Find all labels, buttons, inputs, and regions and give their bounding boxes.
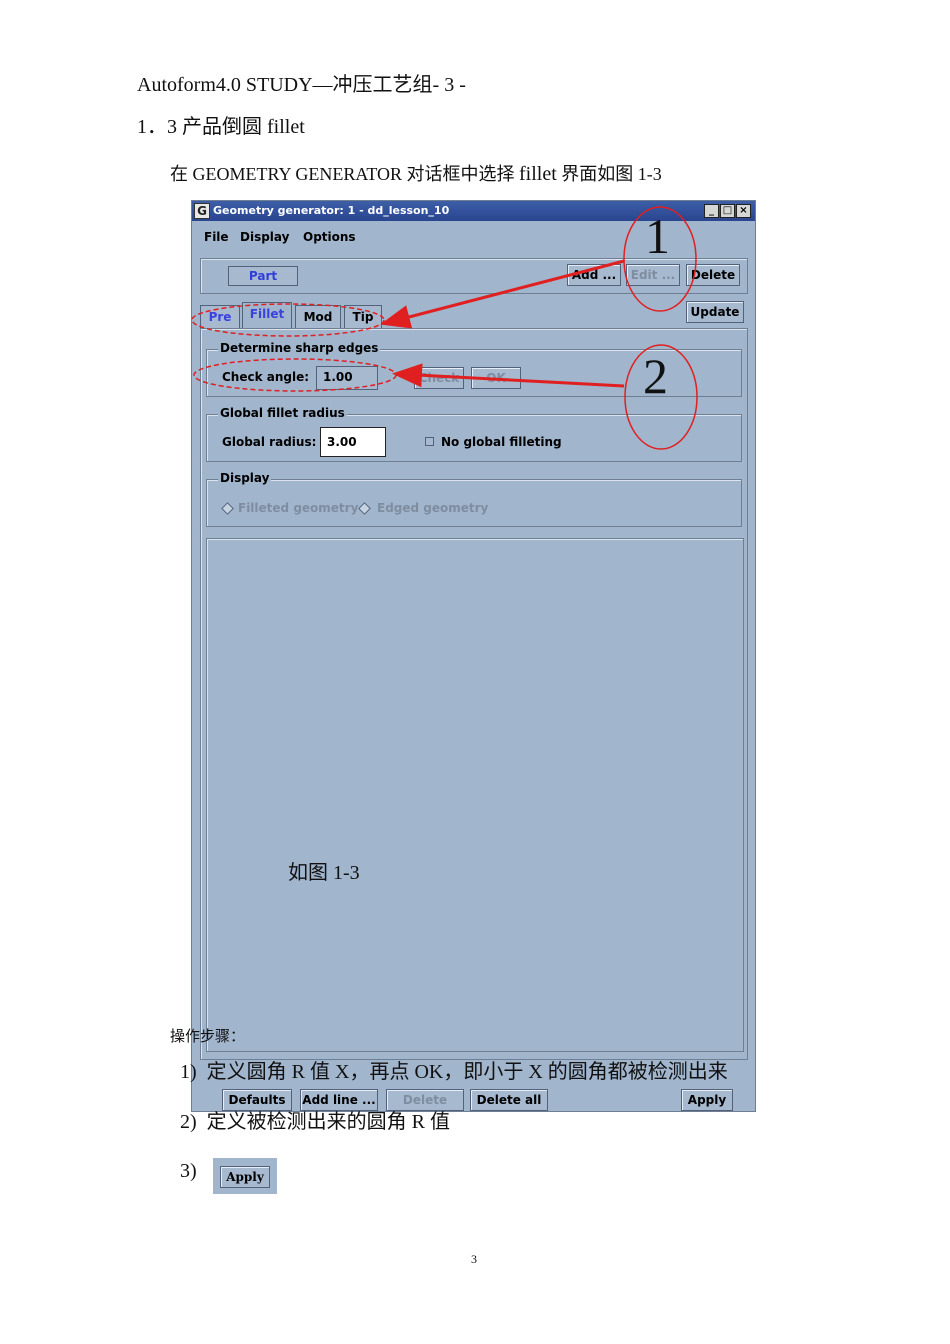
figure-caption: 如图 1-3 — [288, 862, 360, 884]
page-header: Autoform4.0 STUDY—冲压工艺组- 3 - — [137, 74, 466, 96]
apply-illustration-button: Apply — [220, 1166, 270, 1188]
sharp-edges-group-label: Determine sharp edges — [218, 341, 381, 355]
display-group-label: Display — [218, 471, 272, 485]
check-angle-label: Check angle: — [222, 370, 310, 384]
no-global-filleting-label: No global filleting — [441, 435, 562, 449]
minimize-icon[interactable]: _ — [704, 204, 719, 218]
step-2-text: 定义被检测出来的圆角 R 值 — [206, 1111, 451, 1133]
delete-all-button[interactable]: Delete all — [470, 1089, 548, 1111]
ok-button[interactable]: OK — [471, 367, 521, 389]
add-button[interactable]: Add ... — [567, 264, 621, 286]
step-1: 1) 定义圆角 R 值 X，再点 OK，即小于 X 的圆角都被检测出来 — [180, 1055, 728, 1084]
geometry-generator-window: G Geometry generator: 1 - dd_lesson_10 _… — [191, 200, 756, 1112]
window-title: Geometry generator: 1 - dd_lesson_10 — [213, 204, 450, 217]
step-2-num: 2) — [180, 1111, 197, 1133]
apply-button[interactable]: Apply — [681, 1089, 733, 1111]
intro-prefix: 在 GEOMETRY GENERATOR 对话框中选择 — [170, 164, 520, 184]
step-3-num: 3) — [180, 1160, 197, 1182]
step-1-num: 1) — [180, 1061, 197, 1083]
part-selector[interactable]: Part — [228, 266, 298, 286]
apply-button-illustration: Apply — [213, 1158, 277, 1194]
close-icon[interactable]: × — [736, 204, 751, 218]
check-button[interactable]: Check — [414, 367, 464, 389]
tab-pre[interactable]: Pre — [200, 305, 240, 329]
tab-mod[interactable]: Mod — [295, 305, 341, 329]
menu-file[interactable]: File — [204, 230, 229, 244]
edit-button[interactable]: Edit ... — [626, 264, 680, 286]
delete-part-button[interactable]: Delete — [686, 264, 740, 286]
check-angle-input[interactable]: 1.00 — [316, 366, 378, 390]
intro-paragraph: 在 GEOMETRY GENERATOR 对话框中选择 fillet 界面如图 … — [170, 160, 662, 186]
edged-geometry-label: Edged geometry — [377, 501, 489, 515]
app-icon[interactable]: G — [194, 203, 210, 219]
step-1-text: 定义圆角 R 值 X，再点 OK，即小于 X 的圆角都被检测出来 — [206, 1061, 728, 1083]
title-bar[interactable]: G Geometry generator: 1 - dd_lesson_10 _… — [192, 201, 755, 221]
tab-fillet[interactable]: Fillet — [242, 302, 292, 329]
steps-label: 操作步骤： — [170, 1029, 246, 1045]
page-number: 3 — [471, 1252, 477, 1266]
update-button[interactable]: Update — [686, 301, 744, 323]
tab-tip[interactable]: Tip — [344, 305, 382, 329]
filleted-geometry-label: Filleted geometry — [238, 501, 359, 515]
menu-bar: File Display Options — [192, 221, 755, 249]
global-radius-label: Global radius: — [222, 435, 317, 449]
maximize-icon[interactable]: □ — [720, 204, 735, 218]
menu-display[interactable]: Display — [240, 230, 289, 244]
no-global-filleting-checkbox[interactable] — [425, 437, 434, 446]
intro-fillet-word: fillet — [519, 163, 557, 185]
menu-options[interactable]: Options — [303, 230, 356, 244]
global-fillet-group-label: Global fillet radius — [218, 406, 347, 420]
fillet-list-area[interactable] — [206, 538, 744, 1052]
intro-suffix: 界面如图 1-3 — [556, 164, 662, 184]
global-radius-input[interactable]: 3.00 — [320, 427, 386, 457]
section-heading: 1．3 产品倒圆 fillet — [137, 116, 305, 138]
step-2: 2) 定义被检测出来的圆角 R 值 — [180, 1105, 450, 1134]
